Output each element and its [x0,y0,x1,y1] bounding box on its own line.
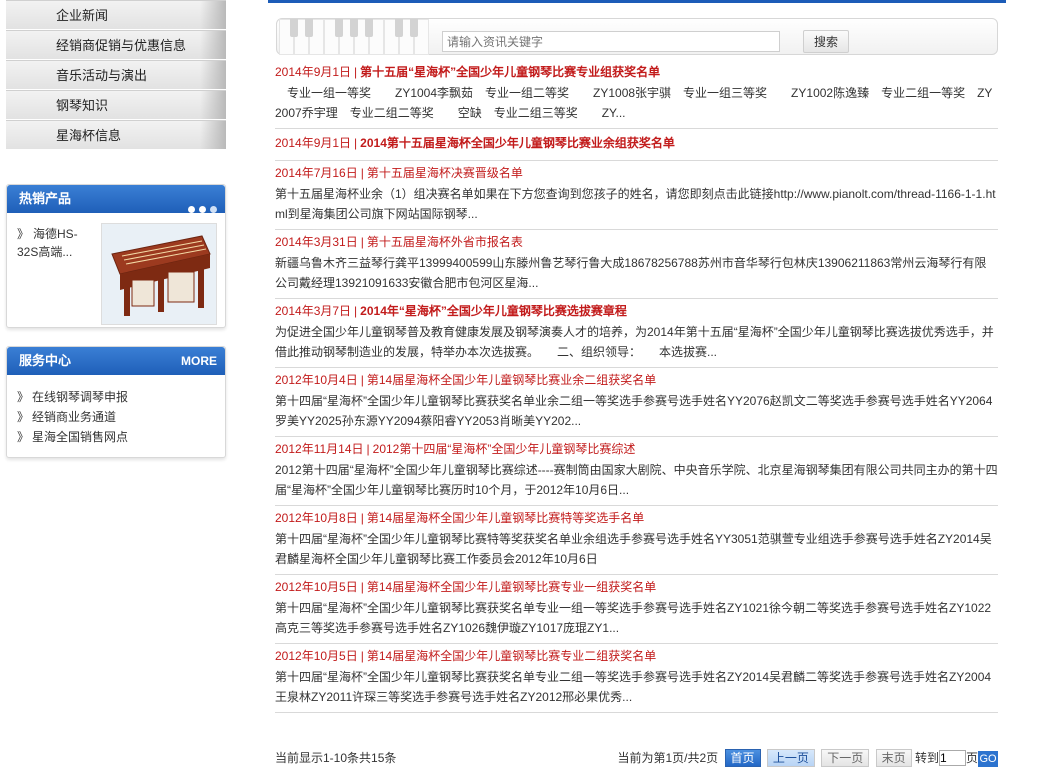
carousel-dot[interactable] [188,206,195,213]
service-link-label: 在线钢琴调琴申报 [32,390,129,404]
service-center-header: 服务中心 MORE [7,347,225,375]
service-link-online-tuning[interactable]: 》在线钢琴调琴申报 [17,387,225,407]
service-links: 》在线钢琴调琴申报 》经销商业务通道 》星海全国销售网点 [7,375,225,447]
double-arrow-icon: 》 [17,390,30,404]
hot-products-title: 热销产品 [19,191,72,206]
news-item: 2012年10月5日 | 第14届星海杯全国少年儿童钢琴比赛专业一组获奖名单 第十四… [275,575,998,644]
news-summary: 第十四届“星海杯”全国少年儿童钢琴比赛特等奖获奖名单业余组选手参赛号选手姓名YY… [275,532,992,566]
news-date: 2014年9月1日 [275,65,352,79]
news-title-link[interactable]: 第14届星海杯全国少年儿童钢琴比赛专业一组获奖名单 [367,580,656,594]
page-indicator: 当前为第1页/共2页 [617,751,719,765]
service-link-sales-network[interactable]: 》星海全国销售网点 [17,427,225,447]
news-item: 2012年10月8日 | 第14届星海杯全国少年儿童钢琴比赛特等奖选手名单 第十四届… [275,506,998,575]
search-bar: 搜索 [276,18,998,55]
service-link-label: 经销商业务通道 [32,410,117,424]
news-item: 2014年7月16日 | 第十五届星海杯决赛晋级名单 第十五届星海杯业余（1）组决赛… [275,161,998,230]
double-arrow-icon: 》 [17,410,30,424]
double-arrow-icon: 》 [17,227,30,241]
news-summary: 为促进全国少年儿童钢琴普及教育健康发展及钢琴演奏人才的培养，为2014年第十五届… [275,325,994,359]
category-item-company-news[interactable]: 企业新闻 [6,0,226,30]
piano-keys-icon [279,19,439,55]
jump-label: 转到 [914,751,939,765]
carousel-dots [184,195,217,223]
news-summary: 第十四届“星海杯”全国少年儿童钢琴比赛获奖名单业余二组一等奖选手参赛号选手姓名Y… [275,394,993,428]
guzheng-illustration-icon [102,224,216,324]
search-button[interactable]: 搜索 [803,30,849,53]
news-item: 2014年9月1日 | 2014第十五届星海杯全国少年儿童钢琴比赛业余组获奖名单 [275,129,998,161]
news-item: 2014年9月1日 | 第十五届“星海杯”全国少年儿童钢琴比赛专业组获奖名单 专业一… [275,60,998,129]
category-item-xinghai-cup[interactable]: 星海杯信息 [6,120,226,150]
news-title-link[interactable]: 第十五届“星海杯”全国少年儿童钢琴比赛专业组获奖名单 [360,65,660,79]
news-title-link[interactable]: 第十五届星海杯外省市报名表 [367,235,523,249]
news-item: 2014年3月7日 | 2014年“星海杯”全国少年儿童钢琴比赛选拔赛章程 为促进全… [275,299,998,368]
news-summary: 第十四届“星海杯”全国少年儿童钢琴比赛获奖名单专业二组一等奖选手参赛号选手姓名Z… [275,670,992,704]
news-date: 2014年3月7日 [275,304,352,318]
page-jump-input[interactable] [938,750,966,766]
more-link[interactable]: MORE [181,347,217,375]
news-summary: 2012第十四届“星海杯”全国少年儿童钢琴比赛综述----赛制筒由国家大剧院、中… [275,463,998,497]
news-item: 2012年10月4日 | 第14届星海杯全国少年儿童钢琴比赛业余二组获奖名单 第十四… [275,368,998,437]
last-page-button[interactable]: 末页 [875,749,912,767]
news-summary: 第十五届星海杯业余（1）组决赛名单如果在下方您查询到您孩子的姓名，请您即刻点击此… [275,187,996,221]
category-item-music-events[interactable]: 音乐活动与演出 [6,60,226,90]
category-item-dealer-promotions[interactable]: 经销商促销与优惠信息 [6,30,226,60]
next-page-button[interactable]: 下一页 [821,749,870,767]
product-link[interactable]: 》海德HS-32S高端... [17,225,97,261]
hot-products-panel: 热销产品 》海德HS-32S高端... [6,184,226,328]
news-item: 2012年11月14日 | 2012第十四届“星海杯”全国少年儿童钢琴比赛综述 20… [275,437,998,506]
carousel-dot[interactable] [210,206,217,213]
carousel-dot[interactable] [199,206,206,213]
category-item-piano-knowledge[interactable]: 钢琴知识 [6,90,226,120]
service-center-panel: 服务中心 MORE 》在线钢琴调琴申报 》经销商业务通道 》星海全国销售网点 [6,346,226,458]
news-date: 2014年9月1日 [275,136,352,150]
news-list: 2014年9月1日 | 第十五届“星海杯”全国少年儿童钢琴比赛专业组获奖名单 专业一… [275,60,998,713]
news-date: 2014年7月16日 [275,166,358,180]
pagination: 当前显示1-10条共15条 当前为第1页/共2页 首页 上一页 下一页 末页 转… [275,749,998,767]
go-button[interactable]: GO [978,751,998,767]
news-date: 2012年10月4日 [275,373,358,387]
news-summary: 新疆乌鲁木齐三益琴行龚平13999400599山东滕州鲁艺琴行鲁大成186782… [275,256,987,290]
news-summary: 专业一组一等奖 ZY1004李飘茹 专业一组二等奖 ZY1008张宇骐 专业一组… [275,86,993,120]
news-date: 2012年10月5日 [275,649,358,663]
news-title-link[interactable]: 第14届星海杯全国少年儿童钢琴比赛专业二组获奖名单 [367,649,656,663]
hot-products-header: 热销产品 [7,185,225,213]
news-date: 2014年3月31日 [275,235,358,249]
news-title-link[interactable]: 2012第十四届“星海杯”全国少年儿童钢琴比赛综述 [373,442,636,456]
left-column: 企业新闻 经销商促销与优惠信息 音乐活动与演出 钢琴知识 星海杯信息 热销产品 … [6,0,226,458]
news-title-link[interactable]: 第14届星海杯全国少年儿童钢琴比赛特等奖选手名单 [367,511,644,525]
news-date: 2012年10月8日 [275,511,358,525]
top-divider [268,0,1006,3]
news-item: 2014年3月31日 | 第十五届星海杯外省市报名表 新疆乌鲁木齐三益琴行龚平139… [275,230,998,299]
news-date: 2012年11月14日 [275,442,364,456]
service-center-title: 服务中心 [19,353,72,368]
news-date: 2012年10月5日 [275,580,358,594]
category-nav: 企业新闻 经销商促销与优惠信息 音乐活动与演出 钢琴知识 星海杯信息 [6,0,226,150]
result-count: 当前显示1-10条共15条 [275,751,397,765]
prev-page-button[interactable]: 上一页 [766,749,815,767]
service-link-dealer-channel[interactable]: 》经销商业务通道 [17,407,225,427]
first-page-button[interactable]: 首页 [724,749,761,767]
news-title-link[interactable]: 第十五届星海杯决赛晋级名单 [367,166,523,180]
news-title-link[interactable]: 第14届星海杯全国少年儿童钢琴比赛业余二组获奖名单 [367,373,656,387]
search-input[interactable] [442,31,780,52]
news-title-link[interactable]: 2014第十五届星海杯全国少年儿童钢琴比赛业余组获奖名单 [360,136,675,150]
news-item: 2012年10月5日 | 第14届星海杯全国少年儿童钢琴比赛专业二组获奖名单 第十四… [275,644,998,713]
double-arrow-icon: 》 [17,430,30,444]
service-link-label: 星海全国销售网点 [32,430,129,444]
news-title-link[interactable]: 2014年“星海杯”全国少年儿童钢琴比赛选拔赛章程 [360,304,627,318]
pager-controls: 当前为第1页/共2页 首页 上一页 下一页 末页 转到 页GO [617,749,998,767]
product-image[interactable] [101,223,217,325]
news-summary: 第十四届“星海杯”全国少年儿童钢琴比赛获奖名单专业一组一等奖选手参赛号选手姓名Z… [275,601,992,635]
page-unit: 页 [965,751,978,765]
